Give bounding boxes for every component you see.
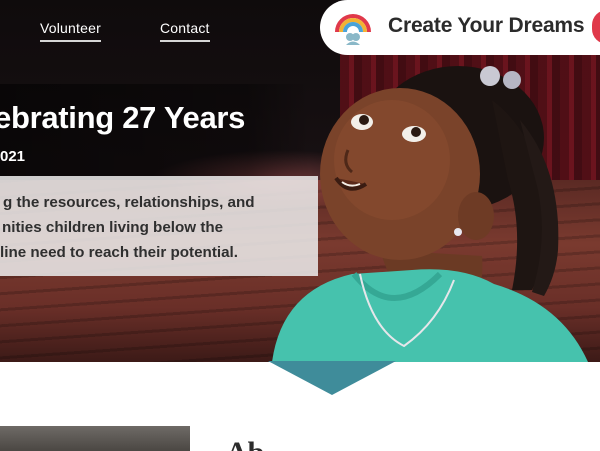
- hero-year-range: 021: [0, 148, 26, 165]
- about-section-photo: [0, 426, 190, 451]
- nav-link-contact[interactable]: Contact: [160, 20, 210, 42]
- rainbow-logo-icon: [335, 14, 371, 45]
- hero-description-line: nities children living below the: [2, 219, 224, 236]
- hero-description: g the resources, relationships, and niti…: [0, 190, 300, 265]
- about-heading: Ab: [226, 436, 264, 451]
- hero-description-line: g the resources, relationships, and: [3, 194, 255, 211]
- scroll-down-arrow-icon[interactable]: [268, 361, 396, 395]
- hero-description-line: line need to reach their potential.: [0, 244, 238, 261]
- hero-title: ebrating 27 Years: [0, 100, 246, 135]
- brand-name: Create Your Dreams: [388, 14, 585, 37]
- nav-link-volunteer[interactable]: Volunteer: [40, 20, 101, 42]
